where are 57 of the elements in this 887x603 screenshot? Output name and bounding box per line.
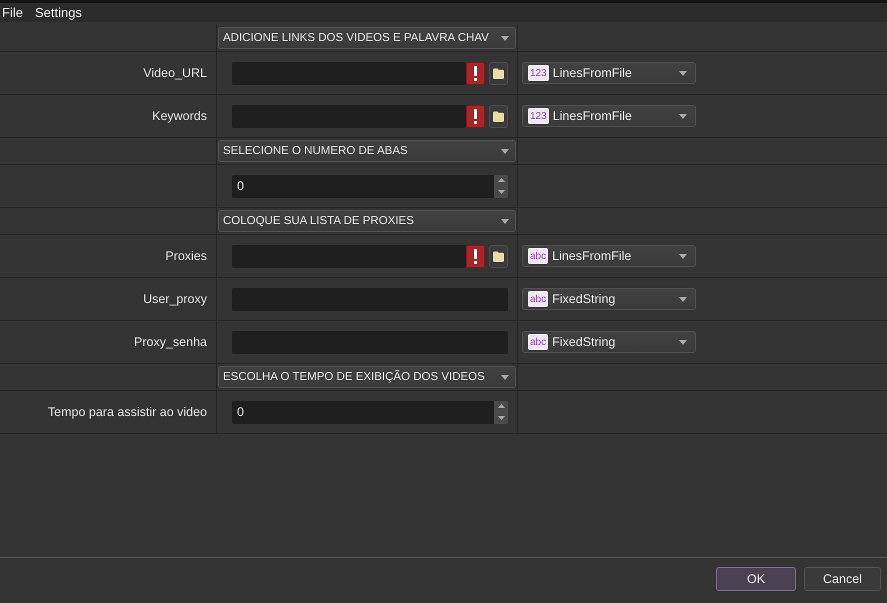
- dialog-button[interactable]: OK: [716, 567, 796, 591]
- field-label: Tempo para assistir ao video: [48, 405, 207, 419]
- folder-icon: [493, 110, 504, 122]
- source-dropdown[interactable]: abc LinesFromFile: [522, 245, 696, 267]
- field-label: Proxies: [165, 249, 207, 263]
- caret-down-icon: [679, 114, 687, 118]
- section-dropdown[interactable]: ADICIONE LINKS DOS VIDEOS E PALAVRA CHAV: [218, 27, 516, 49]
- caret-down-icon: [679, 254, 687, 258]
- text-field[interactable]: [232, 104, 466, 128]
- source-dropdown[interactable]: 123 LinesFromFile: [522, 62, 696, 84]
- caret-up-icon: [498, 404, 504, 408]
- section-dropdown[interactable]: ESCOLHA O TEMPO DE EXIBIÇÃO DOS VIDEOS: [218, 366, 516, 388]
- type-badge: 123: [528, 65, 549, 81]
- spin-down-button[interactable]: [494, 186, 508, 198]
- source-dropdown[interactable]: abc FixedString: [522, 288, 696, 310]
- spin-up-button[interactable]: [494, 174, 508, 186]
- text-field[interactable]: [232, 244, 466, 268]
- type-badge: 123: [528, 108, 549, 124]
- section-dropdown[interactable]: SELECIONE O NUMERO DE ABAS: [218, 140, 516, 162]
- folder-icon: [493, 68, 504, 78]
- text-field[interactable]: [232, 62, 466, 84]
- caret-up-icon: [498, 178, 504, 182]
- source-dropdown[interactable]: 123 LinesFromFile: [522, 105, 696, 127]
- browse-button[interactable]: [489, 104, 508, 128]
- field-label: Video_URL: [143, 66, 207, 80]
- caret-down-icon: [498, 190, 504, 194]
- type-badge: abc: [528, 248, 548, 264]
- caret-down-icon: [498, 416, 504, 420]
- folder-icon: [493, 250, 504, 262]
- dialog-button[interactable]: Cancel: [804, 567, 881, 591]
- source-value: FixedString: [552, 335, 616, 349]
- type-badge: abc: [528, 334, 548, 350]
- menu-item[interactable]: Settings: [32, 4, 84, 21]
- caret-down-icon: [679, 340, 687, 344]
- menu-item[interactable]: File: [0, 4, 25, 21]
- spin-down-button[interactable]: [494, 412, 508, 424]
- browse-button[interactable]: [489, 244, 508, 268]
- spin-up-button[interactable]: [494, 400, 508, 412]
- caret-down-icon: [501, 218, 509, 224]
- source-dropdown[interactable]: abc FixedString: [522, 331, 696, 353]
- source-value: LinesFromFile: [552, 66, 632, 80]
- browse-button[interactable]: [489, 62, 508, 84]
- number-field[interactable]: 0: [232, 400, 494, 424]
- caret-down-icon: [501, 374, 509, 380]
- field-label: Keywords: [152, 109, 207, 123]
- caret-down-icon: [679, 70, 687, 76]
- source-value: FixedString: [552, 292, 616, 306]
- type-badge: abc: [528, 291, 548, 307]
- field-label: User_proxy: [143, 292, 207, 306]
- section-dropdown[interactable]: COLOQUE SUA LISTA DE PROXIES: [218, 210, 516, 232]
- caret-down-icon: [501, 148, 509, 154]
- number-field[interactable]: 0: [232, 174, 494, 198]
- caret-down-icon: [679, 296, 687, 302]
- caret-down-icon: [501, 36, 509, 40]
- source-value: LinesFromFile: [552, 249, 632, 263]
- field-label: Proxy_senha: [134, 335, 207, 349]
- source-value: LinesFromFile: [552, 109, 632, 123]
